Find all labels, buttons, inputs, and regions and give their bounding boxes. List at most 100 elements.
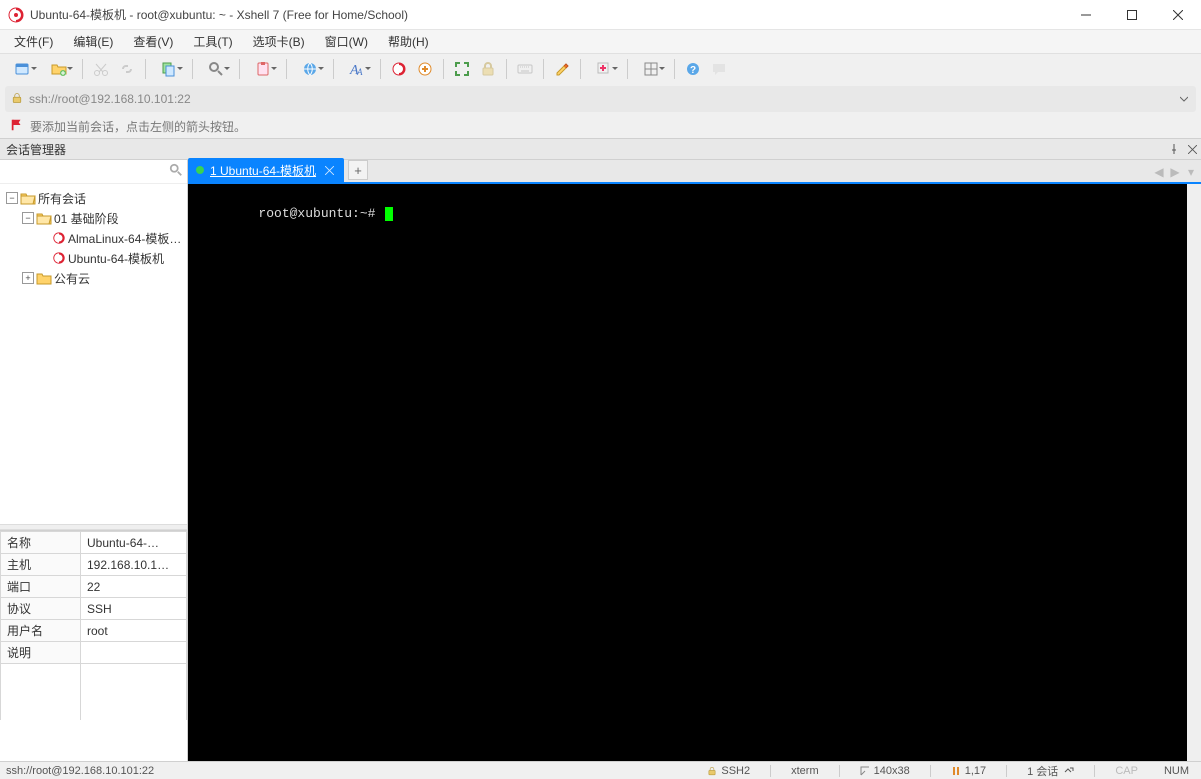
pin-icon[interactable] [1165,140,1183,158]
lock-icon[interactable] [476,57,500,81]
search-icon[interactable] [165,163,187,180]
open-session-button[interactable] [42,57,76,81]
address-text[interactable]: ssh://root@192.168.10.101:22 [29,92,1172,106]
folder-open-icon [20,191,36,205]
chat-icon[interactable] [707,57,731,81]
status-term: xterm [785,765,825,777]
prop-row-name: 名称 Ubuntu-64-… [1,532,187,554]
menu-window[interactable]: 窗口(W) [315,30,378,53]
tab-nav: ◀ ▶ ▾ [1153,165,1197,179]
prop-key: 主机 [1,554,81,576]
prop-row-proto: 协议 SSH [1,598,187,620]
prop-key: 用户名 [1,620,81,642]
new-session-button[interactable] [6,57,40,81]
prompt-text: root@xubuntu:~# [258,206,383,221]
tree-group-2[interactable]: + 公有云 [0,268,187,288]
prop-row-port: 端口 22 [1,576,187,598]
sidebar-title: 会话管理器 [0,141,1165,158]
status-bar: ssh://root@192.168.10.101:22 SSH2 xterm … [0,761,1201,779]
session-search-row [0,160,187,184]
sidebar: − 所有会话 − 01 基础阶段 AlmaLin [0,160,188,761]
terminal[interactable]: root@xubuntu:~# [188,184,1201,761]
menu-edit[interactable]: 编辑(E) [63,30,123,53]
prop-value: root [81,620,187,642]
minimize-button[interactable] [1063,0,1109,30]
status-dot-icon [196,166,204,174]
tree-label: AlmaLinux-64-模板… [68,230,181,247]
xshell-icon[interactable] [387,57,411,81]
xftp-icon[interactable] [413,57,437,81]
copy-button[interactable] [152,57,186,81]
prop-row-host: 主机 192.168.10.1… [1,554,187,576]
tree-host-ubuntu[interactable]: Ubuntu-64-模板机 [0,248,187,268]
prop-value: Ubuntu-64-… [81,532,187,554]
highlight-icon[interactable] [550,57,574,81]
cut-icon[interactable] [89,57,113,81]
tab-strip: 1 Ubuntu-64-模板机 + ◀ ▶ ▾ [188,160,1201,184]
tree-label: 01 基础阶段 [54,210,119,227]
prop-key: 协议 [1,598,81,620]
session-properties: 名称 Ubuntu-64-… 主机 192.168.10.1… 端口 22 协议… [0,530,187,761]
tree-group-1[interactable]: − 01 基础阶段 [0,208,187,228]
prop-value: 192.168.10.1… [81,554,187,576]
layout-button[interactable] [634,57,668,81]
plus-button[interactable] [587,57,621,81]
font-button[interactable]: AA [340,57,374,81]
panel-close-icon[interactable] [1183,140,1201,158]
tree-host-alma[interactable]: AlmaLinux-64-模板… [0,228,187,248]
prop-key: 说明 [1,642,81,664]
svg-text:?: ? [690,65,696,76]
fullscreen-icon[interactable] [450,57,474,81]
window-title: Ubuntu-64-模板机 - root@xubuntu: ~ - Xshell… [30,6,408,23]
tab-label: 1 Ubuntu-64-模板机 [210,162,316,179]
close-button[interactable] [1155,0,1201,30]
tree-root[interactable]: − 所有会话 [0,188,187,208]
address-bar[interactable]: ssh://root@192.168.10.101:22 [5,86,1196,112]
status-cap: CAP [1109,765,1144,777]
help-icon[interactable]: ? [681,57,705,81]
address-dropdown-icon[interactable] [1178,92,1190,106]
status-size: 140x38 [854,765,916,777]
tab-next-icon[interactable]: ▶ [1169,165,1181,179]
globe-icon[interactable] [293,57,327,81]
status-sessions[interactable]: 1 会话 [1021,763,1080,779]
expander-icon[interactable]: + [22,272,34,284]
prop-value: SSH [81,598,187,620]
folder-open-icon [36,211,52,225]
status-cursor: 1,17 [945,765,992,777]
tab-prev-icon[interactable]: ◀ [1153,165,1165,179]
tree-label: 公有云 [54,270,90,287]
expander-icon[interactable]: − [22,212,34,224]
menu-tabs[interactable]: 选项卡(B) [243,30,315,53]
paste-button[interactable] [246,57,280,81]
session-icon [52,231,66,245]
svg-text:A: A [356,67,363,77]
menu-help[interactable]: 帮助(H) [378,30,439,53]
session-tree[interactable]: − 所有会话 − 01 基础阶段 AlmaLin [0,184,187,524]
session-icon [52,251,66,265]
maximize-button[interactable] [1109,0,1155,30]
keyboard-icon[interactable] [513,57,537,81]
menu-tools[interactable]: 工具(T) [183,30,242,53]
menu-file[interactable]: 文件(F) [4,30,63,53]
chain-icon[interactable] [115,57,139,81]
menu-bar: 文件(F) 编辑(E) 查看(V) 工具(T) 选项卡(B) 窗口(W) 帮助(… [0,30,1201,54]
session-search-input[interactable] [0,161,165,183]
tree-label: 所有会话 [38,190,86,207]
expander-icon[interactable]: − [6,192,18,204]
find-button[interactable] [199,57,233,81]
tab-menu-icon[interactable]: ▾ [1185,165,1197,179]
terminal-pane: 1 Ubuntu-64-模板机 + ◀ ▶ ▾ root@xubuntu:~# [188,160,1201,761]
main-area: − 所有会话 − 01 基础阶段 AlmaLin [0,160,1201,761]
lock-small-icon [11,92,23,107]
flag-icon[interactable] [10,118,24,135]
new-tab-button[interactable]: + [348,160,368,180]
session-tab[interactable]: 1 Ubuntu-64-模板机 [188,158,344,182]
status-connection: ssh://root@192.168.10.101:22 [6,765,154,777]
prop-row-desc: 说明 [1,642,187,664]
tab-close-icon[interactable] [322,163,336,177]
status-proto: SSH2 [701,765,756,777]
menu-view[interactable]: 查看(V) [123,30,183,53]
folder-icon [36,271,52,285]
main-toolbar: AA ? [0,54,1201,84]
